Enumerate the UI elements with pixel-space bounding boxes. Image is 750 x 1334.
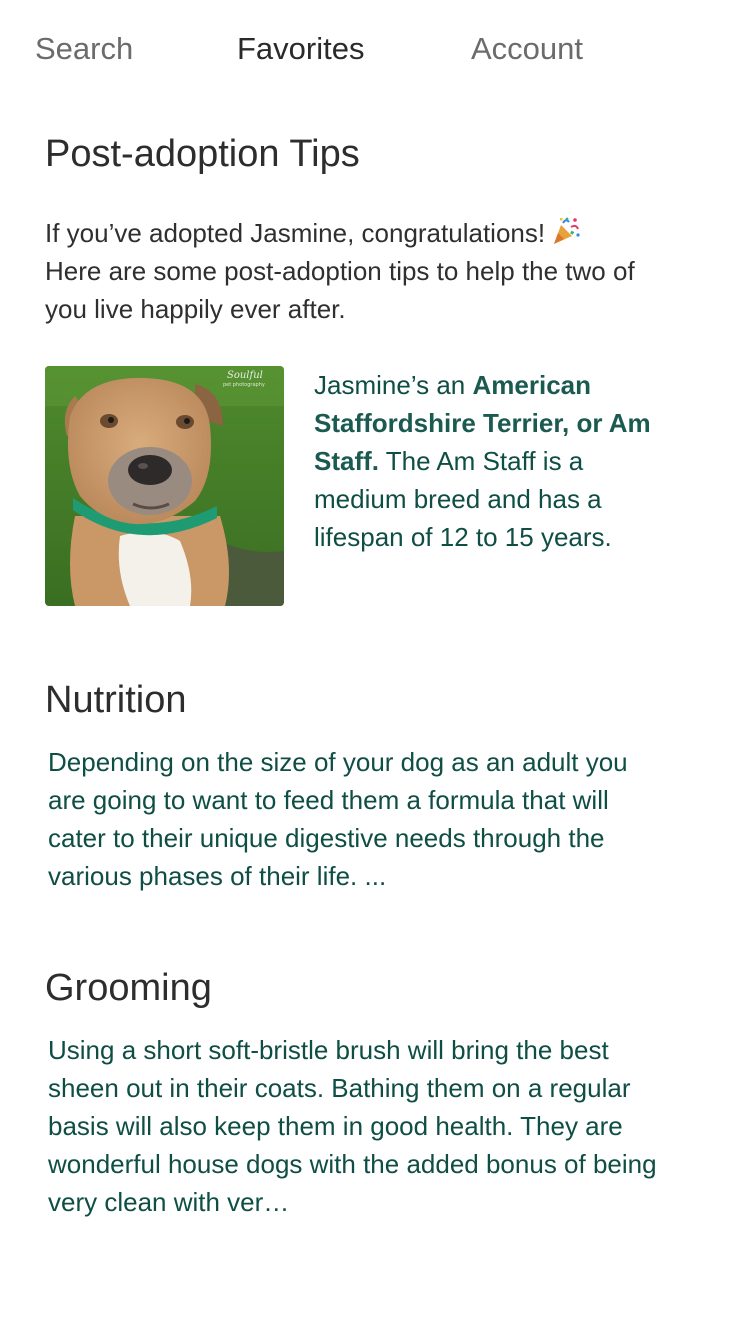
breed-info: Soulful pet photography Jasmine’s an Ame… xyxy=(45,366,695,606)
tab-favorites[interactable]: Favorites xyxy=(237,28,364,70)
party-popper-icon xyxy=(551,216,581,246)
dog-photo: Soulful pet photography xyxy=(45,366,284,606)
top-tab-bar: Search Favorites Account xyxy=(0,28,750,72)
tab-search[interactable]: Search xyxy=(35,28,133,70)
breed-text-prefix: Jasmine’s an xyxy=(314,370,473,400)
nutrition-heading: Nutrition xyxy=(45,679,187,721)
intro-text: If you’ve adopted Jasmine, congratulatio… xyxy=(45,218,546,248)
grooming-heading: Grooming xyxy=(45,967,212,1009)
page-title: Post-adoption Tips xyxy=(45,133,360,175)
intro-paragraph: If you’ve adopted Jasmine, congratulatio… xyxy=(45,214,655,328)
svg-text:pet photography: pet photography xyxy=(223,382,265,388)
nutrition-text[interactable]: Depending on the size of your dog as an … xyxy=(48,743,663,895)
intro-text-continued: Here are some post-adoption tips to help… xyxy=(45,256,635,324)
svg-text:Soulful: Soulful xyxy=(227,370,263,381)
breed-description: Jasmine’s an American Staffordshire Terr… xyxy=(314,366,674,556)
grooming-text[interactable]: Using a short soft-bristle brush will br… xyxy=(48,1031,663,1221)
tab-account[interactable]: Account xyxy=(471,28,583,70)
